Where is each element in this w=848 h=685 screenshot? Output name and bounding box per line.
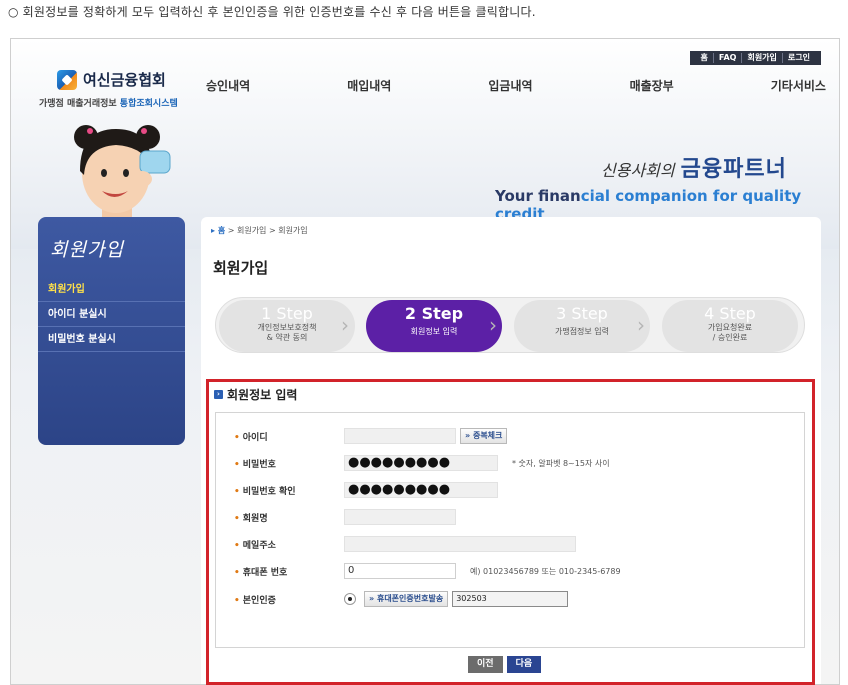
member-info-form-highlight: › 회원정보 입력 • 아이디 » 중복체크 • 비밀번호 ●●●●●●●●● * … xyxy=(206,379,815,685)
id-input[interactable] xyxy=(344,428,456,444)
password-hint: * 숫자, 알파벳 8~15자 사이 xyxy=(512,458,610,468)
nav-purchase[interactable]: 매입내역 xyxy=(347,77,391,94)
phone-input[interactable]: 0 xyxy=(344,563,456,579)
breadcrumb-home[interactable]: ▸ 홈 xyxy=(211,226,225,235)
main-nav: 승인내역 매입내역 입금내역 매출장부 기타서비스 xyxy=(206,77,826,94)
email-input[interactable] xyxy=(344,536,576,552)
phone-hint: 예) 01023456789 또는 010-2345-6789 xyxy=(470,566,621,576)
bullet-icon: • xyxy=(234,486,240,497)
sidebar-title: 회원가입 xyxy=(50,239,124,261)
bullet-icon: • xyxy=(234,540,240,551)
prev-button[interactable]: 이전 xyxy=(468,656,503,673)
util-login-link[interactable]: 로그인 xyxy=(781,53,815,63)
chevron-right-icon: › xyxy=(341,313,349,337)
signup-steps: 1 Step 개인정보보호정책 & 약관 동의 › 2 Step 회원정보 입력… xyxy=(215,297,805,353)
form-title: › 회원정보 입력 xyxy=(214,386,297,403)
utility-nav: 홈 FAQ 회원가입 로그인 xyxy=(689,51,821,65)
logo-title: 여신금융협회 xyxy=(83,71,166,89)
sidebar: 회원가입 회원가입 아이디 분실시 비밀번호 분실시 xyxy=(38,217,185,445)
form-panel: • 아이디 » 중복체크 • 비밀번호 ●●●●●●●●● * 숫자, 알파벳 8~… xyxy=(215,412,805,648)
chevron-right-icon: › xyxy=(489,313,497,337)
sidebar-item-find-password[interactable]: 비밀번호 분실시 xyxy=(38,327,185,352)
logo-subtitle: 가맹점 매출거래정보 통합조회시스템 xyxy=(39,99,178,109)
arrow-square-icon: › xyxy=(214,390,223,399)
row-password: • 비밀번호 ●●●●●●●●● * 숫자, 알파벳 8~15자 사이 xyxy=(234,455,610,471)
row-name: • 회원명 xyxy=(234,508,794,526)
breadcrumb: ▸ 홈 > 회원가입 > 회원가입 xyxy=(211,226,308,235)
next-button[interactable]: 다음 xyxy=(506,656,542,673)
bullet-icon: • xyxy=(234,459,240,470)
nav-deposit[interactable]: 입금내역 xyxy=(488,77,532,94)
password-confirm-input[interactable]: ●●●●●●●●● xyxy=(344,482,498,498)
row-email: • 메일주소 xyxy=(234,535,794,553)
sidebar-item-signup[interactable]: 회원가입 xyxy=(38,277,185,302)
site-logo[interactable]: 여신금융협회 가맹점 매출거래정보 통합조회시스템 xyxy=(39,69,178,109)
row-id: • 아이디 » 중복체크 xyxy=(234,427,794,445)
util-signup-link[interactable]: 회원가입 xyxy=(741,53,781,63)
bullet-icon: • xyxy=(234,567,240,578)
row-auth: • 본인인증 » 휴대폰인증번호발송 302503 xyxy=(234,590,794,608)
auth-code-input[interactable]: 302503 xyxy=(452,591,569,607)
nav-other-services[interactable]: 기타서비스 xyxy=(771,77,826,94)
bullet-icon: • xyxy=(234,513,240,524)
bullet-icon: • xyxy=(234,595,240,606)
instruction-text: ○ 회원정보를 정확하게 모두 입력하신 후 본인인증을 위한 인증번호를 수신… xyxy=(8,5,536,19)
row-phone: • 휴대폰 번호 0 예) 01023456789 또는 010-2345-678… xyxy=(234,563,621,579)
nav-sales-ledger[interactable]: 매출장부 xyxy=(630,77,674,94)
form-buttons: 이전 다음 xyxy=(468,656,542,673)
chevron-right-icon: › xyxy=(637,313,645,337)
step-4: 4 Step 가입요청완료 / 승인완료 xyxy=(662,300,798,352)
name-input[interactable] xyxy=(344,509,456,525)
page-title: 회원가입 xyxy=(213,259,269,277)
duplicate-check-button[interactable]: » 중복체크 xyxy=(460,428,508,444)
row-password-confirm: • 비밀번호 확인 ●●●●●●●●● xyxy=(234,481,794,499)
util-home-link[interactable]: 홈 xyxy=(696,53,713,63)
auth-radio[interactable] xyxy=(344,593,356,605)
nav-approval[interactable]: 승인내역 xyxy=(206,77,250,94)
util-faq-link[interactable]: FAQ xyxy=(712,53,742,63)
password-input[interactable]: ●●●●●●●●● xyxy=(344,455,498,471)
bullet-icon: • xyxy=(234,432,240,443)
slogan-korean: 신용사회의 금융파트너 xyxy=(601,157,787,182)
sidebar-item-find-id[interactable]: 아이디 분실시 xyxy=(38,302,185,327)
logo-mark-icon xyxy=(57,69,77,90)
send-auth-code-button[interactable]: » 휴대폰인증번호발송 xyxy=(364,591,449,607)
